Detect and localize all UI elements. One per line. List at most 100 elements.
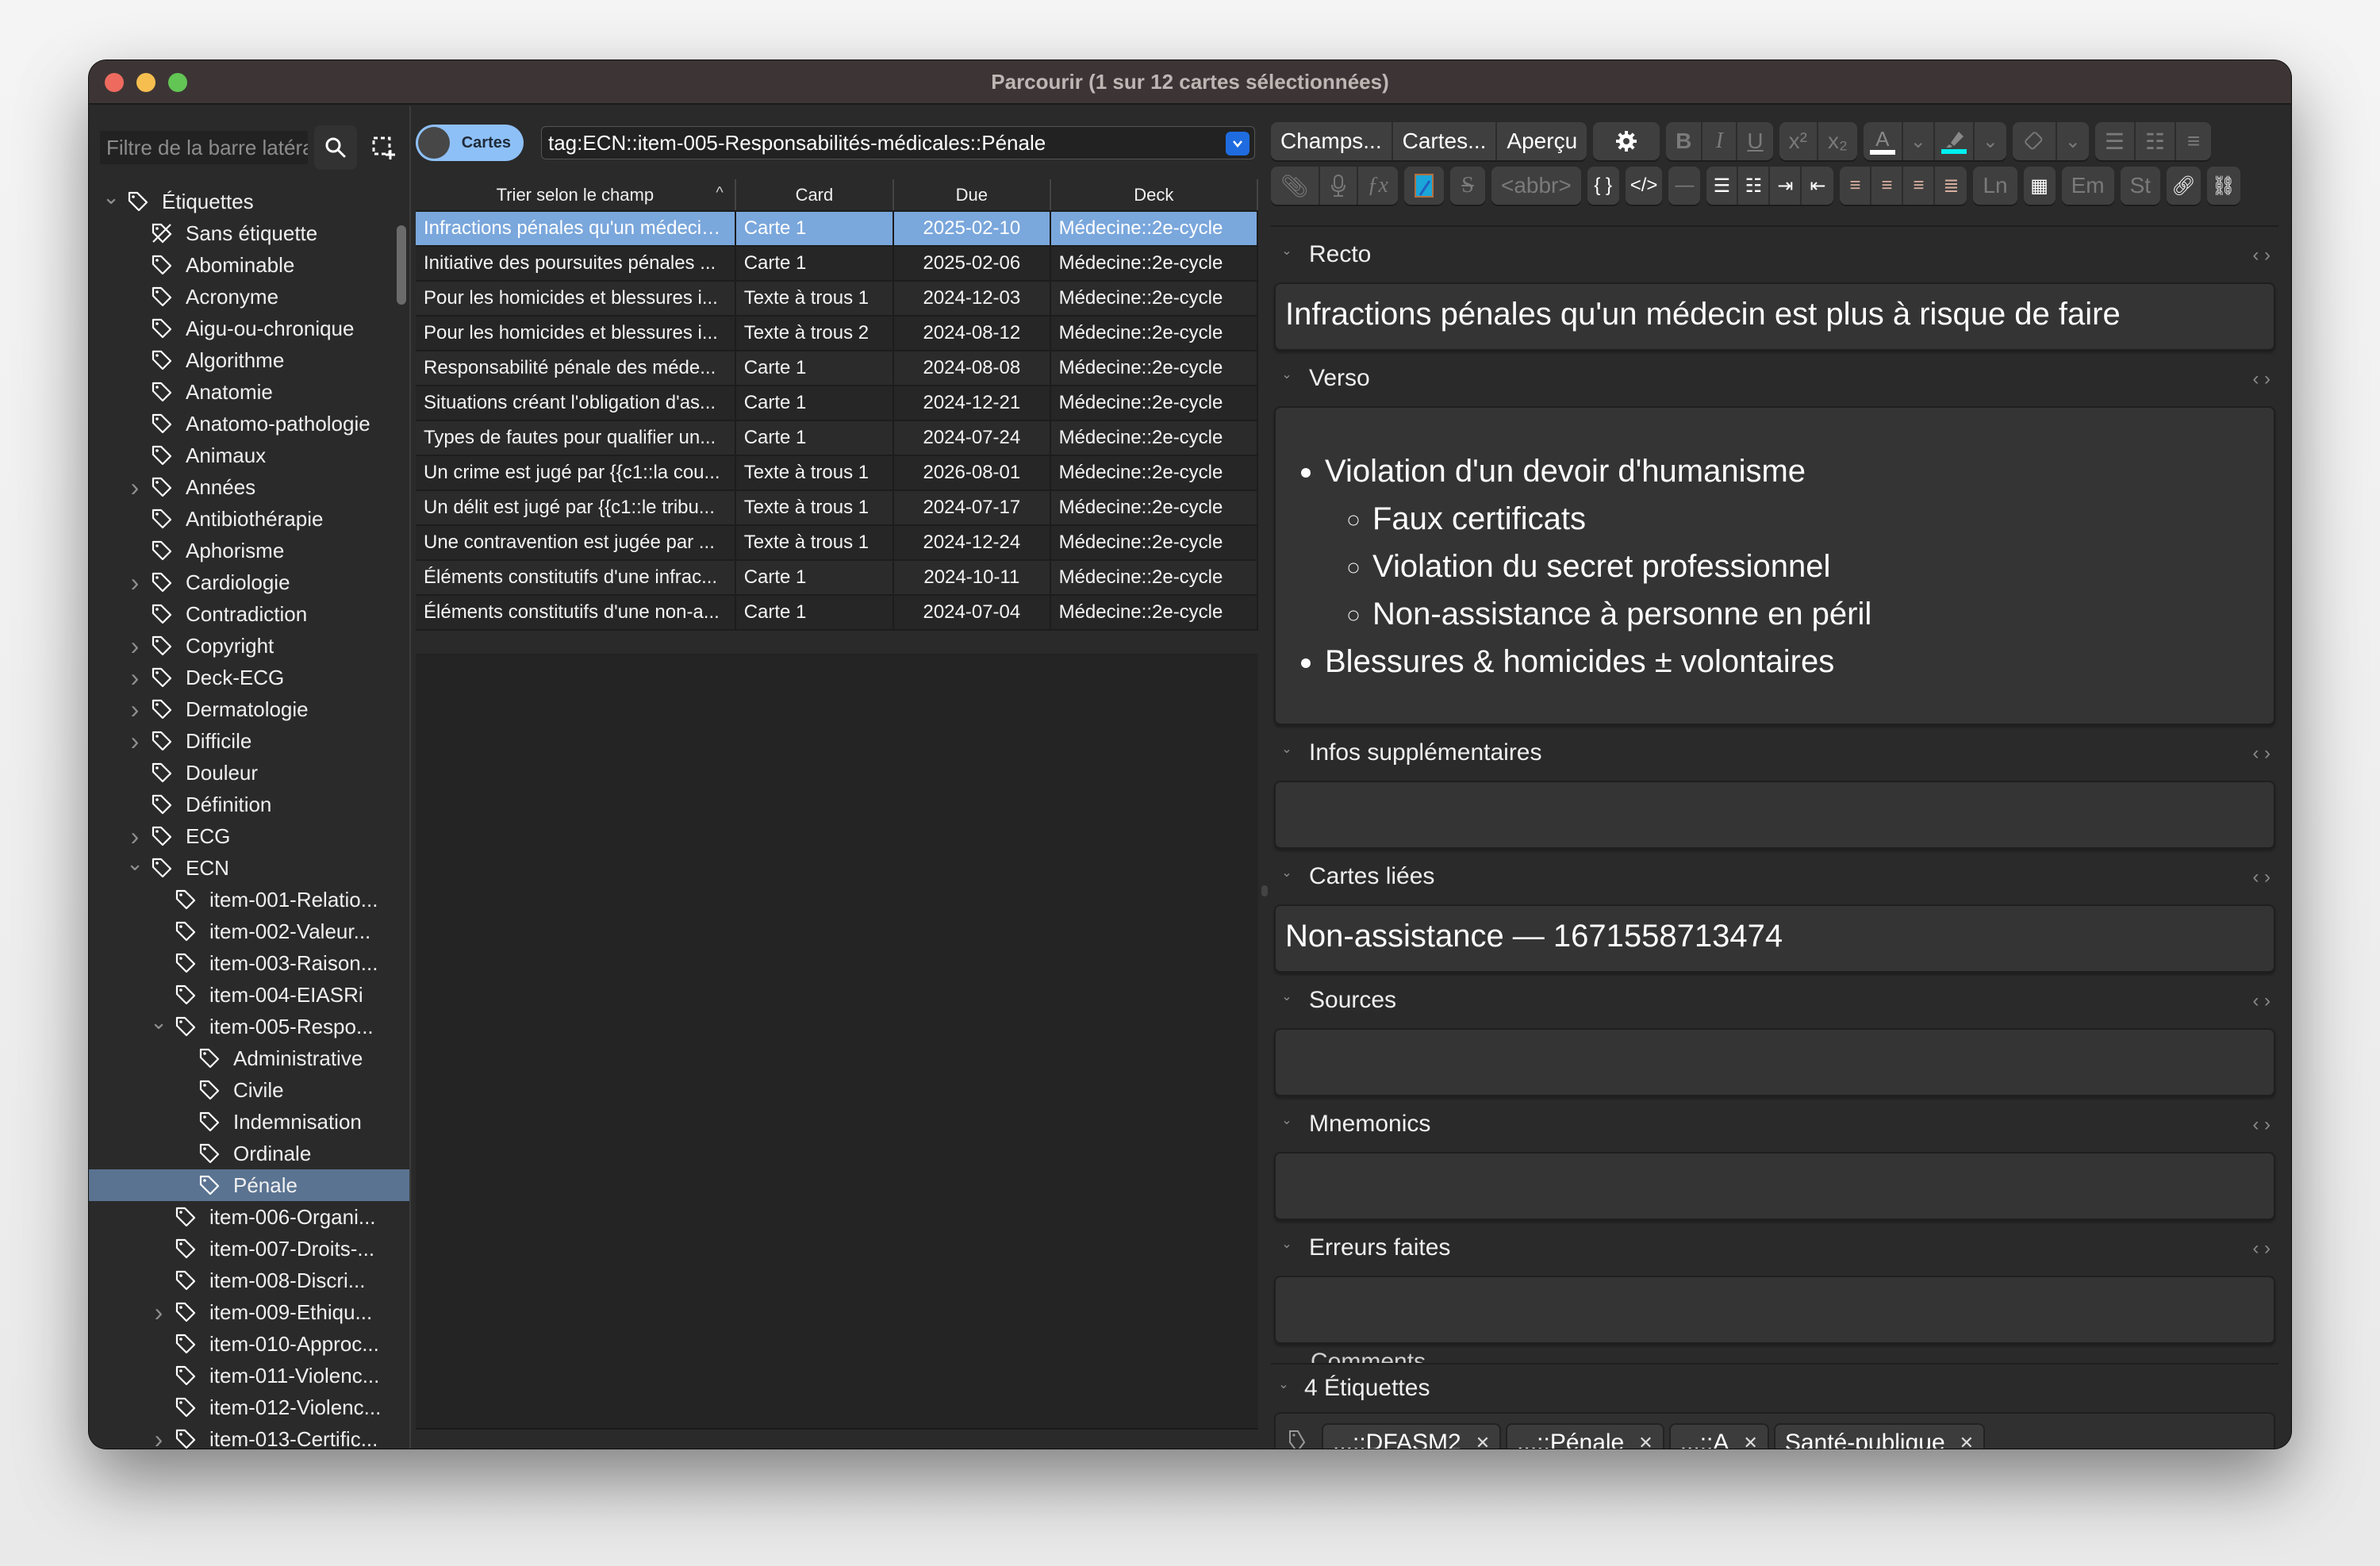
- field-header-sources[interactable]: ⌄ Sources ‹ ›: [1271, 973, 2278, 1028]
- table-row[interactable]: Pour les homicides et blessures i... Text…: [416, 316, 1259, 351]
- chevron-right-icon[interactable]: ›: [125, 663, 144, 692]
- close-button[interactable]: [105, 73, 124, 92]
- table-row[interactable]: Infractions pénales qu'un médecin est pl…: [416, 211, 1259, 247]
- sidebar-tag-item[interactable]: item-004-EIASRi: [89, 979, 409, 1011]
- tag-editor[interactable]: ...::DFASM2 ✕ ...::Pénale ✕ ...::A ✕ Santé-pub…: [1274, 1412, 2275, 1449]
- html-editor-button[interactable]: </>: [1626, 167, 1663, 205]
- field-header-mnemonics[interactable]: ⌄ Mnemonics ‹ ›: [1271, 1096, 2278, 1152]
- math-button[interactable]: ƒx: [1358, 167, 1398, 205]
- zoom-button[interactable]: [168, 73, 187, 92]
- remove-tag-icon[interactable]: ✕: [1476, 1433, 1490, 1449]
- table-row[interactable]: Un crime est jugé par {{c1::la cou... Tex…: [416, 455, 1259, 491]
- chevron-right-icon[interactable]: ›: [125, 473, 144, 501]
- sidebar-tag-item[interactable]: › Difficile: [89, 725, 409, 757]
- field-input-sources[interactable]: [1274, 1028, 2275, 1096]
- chevron-down-icon[interactable]: ⌄: [1277, 241, 1296, 260]
- html-toggle-icon[interactable]: ‹ ›: [2252, 743, 2271, 765]
- record-audio-button[interactable]: [1320, 167, 1358, 205]
- pane-splitter-handle[interactable]: [1261, 885, 1268, 896]
- sidebar-tag-item[interactable]: item-012-Violenc...: [89, 1391, 409, 1423]
- sidebar-tag-item[interactable]: Aphorisme: [89, 535, 409, 566]
- sidebar-tag-item[interactable]: item-001-Relatio...: [89, 884, 409, 915]
- table-row[interactable]: Éléments constitutifs d'une non-a... Cart…: [416, 595, 1259, 631]
- tag-chip[interactable]: ...::Pénale ✕: [1506, 1423, 1664, 1449]
- select-region-button[interactable]: [365, 129, 401, 166]
- field-input-mnemonics[interactable]: [1274, 1152, 2275, 1220]
- text-color-dropdown[interactable]: ⌄: [1903, 122, 1935, 160]
- search-field[interactable]: [541, 126, 1255, 159]
- bullet-list-button[interactable]: ☰: [1706, 167, 1739, 205]
- sidebar-tag-item[interactable]: › Copyright: [89, 630, 409, 662]
- clear-format-dropdown[interactable]: ⌄: [2057, 122, 2089, 160]
- chevron-right-icon[interactable]: ›: [125, 631, 144, 660]
- table-row[interactable]: Responsabilité pénale des méde... Carte 1…: [416, 351, 1259, 386]
- html-toggle-icon[interactable]: ‹ ›: [2252, 866, 2271, 889]
- highlight-color-dropdown[interactable]: ⌄: [1975, 122, 2006, 160]
- clear-format-button[interactable]: [2013, 122, 2057, 160]
- sidebar-tag-item[interactable]: Acronyme: [89, 281, 409, 313]
- align-button[interactable]: ≡: [2176, 122, 2211, 160]
- horizontal-rule-button[interactable]: —: [1668, 167, 1700, 205]
- numbered-list-button[interactable]: ☷: [1738, 167, 1771, 205]
- sidebar-tag-item[interactable]: Définition: [89, 789, 409, 820]
- sidebar-search-button[interactable]: [314, 125, 357, 170]
- remove-link-button[interactable]: ⛓︎: [2207, 167, 2240, 205]
- fields-button[interactable]: Champs...: [1271, 122, 1393, 160]
- cards-button[interactable]: Cartes...: [1393, 122, 1498, 160]
- html-toggle-icon[interactable]: ‹ ›: [2252, 244, 2271, 267]
- sidebar-tag-item[interactable]: › Cardiologie: [89, 566, 409, 598]
- field-input-verso[interactable]: Violation d'un devoir d'humanisme Faux ce…: [1274, 406, 2275, 725]
- field-input-infos-supplementaires[interactable]: [1274, 781, 2275, 849]
- preview-button[interactable]: Aperçu: [1497, 122, 1587, 160]
- chevron-right-icon[interactable]: ›: [149, 1298, 168, 1326]
- sidebar-tag-item[interactable]: Douleur: [89, 757, 409, 789]
- field-header-cartes-liees[interactable]: ⌄ Cartes liées ‹ ›: [1271, 849, 2278, 904]
- underline-button[interactable]: U: [1737, 122, 1772, 160]
- column-header-card[interactable]: Card: [735, 179, 895, 212]
- table-row[interactable]: Un délit est jugé par {{c1::le tribu... T…: [416, 490, 1259, 526]
- sidebar-tag-item[interactable]: › Années: [89, 471, 409, 503]
- sidebar-tag-item[interactable]: Sans étiquette: [89, 217, 409, 249]
- align-right-button[interactable]: ≡: [1903, 167, 1936, 205]
- sidebar-tag-item[interactable]: Administrative: [89, 1042, 409, 1074]
- chevron-right-icon[interactable]: ›: [125, 822, 144, 850]
- emphasis-button[interactable]: Em: [2062, 167, 2114, 205]
- field-input-recto[interactable]: Infractions pénales qu'un médecin est pl…: [1274, 282, 2275, 351]
- table-row[interactable]: Situations créant l'obligation d'as... Ca…: [416, 386, 1259, 421]
- column-header-sort-field[interactable]: Trier selon le champ ^: [416, 179, 736, 212]
- chevron-right-icon[interactable]: ›: [149, 1425, 168, 1449]
- sidebar-filter-input[interactable]: [100, 131, 308, 164]
- sidebar-tag-item[interactable]: Antibiothérapie: [89, 503, 409, 535]
- align-justify-button[interactable]: ≣: [1935, 167, 1967, 205]
- strong-button[interactable]: St: [2121, 167, 2160, 205]
- column-header-deck[interactable]: Deck: [1050, 179, 1259, 212]
- strikethrough-button[interactable]: S: [1450, 167, 1485, 205]
- tags-header[interactable]: ⌄ 4 Étiquettes: [1271, 1364, 2278, 1412]
- field-header-verso[interactable]: ⌄ Verso ‹ ›: [1271, 351, 2278, 406]
- sidebar-tag-item[interactable]: Ordinale: [89, 1138, 409, 1169]
- table-row[interactable]: Pour les homicides et blessures i... Text…: [416, 281, 1259, 317]
- sidebar-tag-item[interactable]: item-011-Violenc...: [89, 1360, 409, 1391]
- chevron-down-icon[interactable]: ⌄: [125, 851, 144, 875]
- minimize-button[interactable]: [136, 73, 155, 92]
- ordered-list-button[interactable]: ☷: [2136, 122, 2177, 160]
- chevron-down-icon[interactable]: ⌄: [1277, 365, 1296, 384]
- sidebar-tag-item[interactable]: › Dermatologie: [89, 693, 409, 725]
- highlight-color-button[interactable]: [1935, 122, 1975, 160]
- attach-button[interactable]: 📎︎: [1271, 167, 1320, 205]
- html-toggle-icon[interactable]: ‹ ›: [2252, 368, 2271, 390]
- insert-table-button[interactable]: ▦: [2024, 167, 2056, 205]
- superscript-button[interactable]: x²: [1779, 122, 1818, 160]
- sidebar-tag-item[interactable]: ⌄ item-005-Respo...: [89, 1010, 409, 1042]
- sidebar-tag-item[interactable]: Anatomie: [89, 376, 409, 408]
- sidebar-tag-item[interactable]: ⌄ ECN: [89, 851, 409, 884]
- cloze-button[interactable]: { }: [1587, 167, 1619, 205]
- field-header-erreurs-faites[interactable]: ⌄ Erreurs faites ‹ ›: [1271, 1220, 2278, 1276]
- bold-button[interactable]: B: [1666, 122, 1703, 160]
- cards-notes-toggle[interactable]: Cartes: [416, 125, 524, 161]
- search-history-dropdown[interactable]: [1226, 132, 1250, 155]
- sidebar-tag-item[interactable]: Indemnisation: [89, 1106, 409, 1138]
- field-input-cartes-liees[interactable]: Non-assistance — 1671558713474: [1274, 904, 2275, 973]
- tag-chip[interactable]: ...::A ✕: [1668, 1423, 1769, 1449]
- sidebar-tag-item[interactable]: Contradiction: [89, 598, 409, 630]
